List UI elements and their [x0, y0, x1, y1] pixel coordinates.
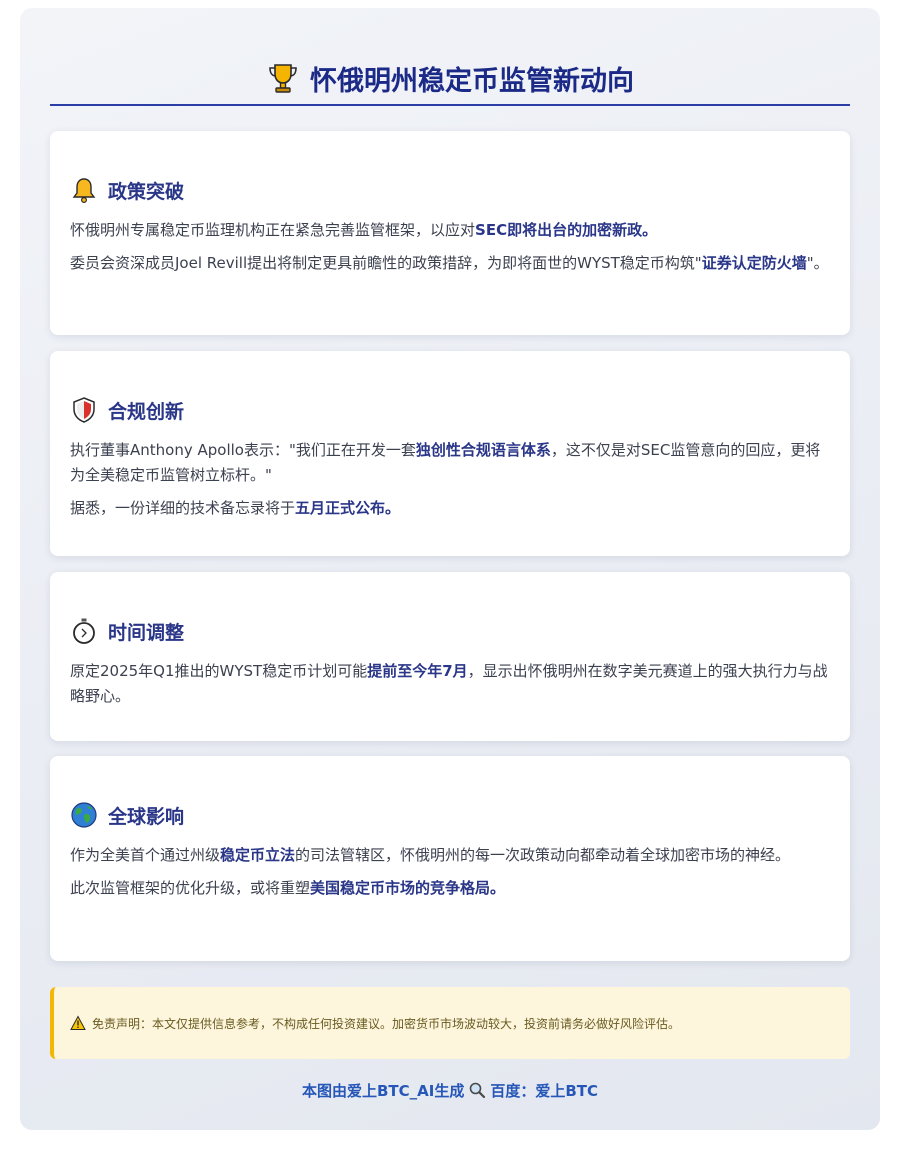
text-run: 怀俄明州专属稳定币监理机构正在紧急完善监管框架，以应对 — [70, 221, 476, 239]
page-title: 怀俄明州稳定币监管新动向 — [50, 56, 850, 100]
disclaimer-text: 免责声明：本文仅提供信息参考，不构成任何投资建议。加密货币市场波动较大，投资前请… — [92, 1016, 681, 1031]
disclaimer-box: 免责声明：本文仅提供信息参考，不构成任何投资建议。加密货币市场波动较大，投资前请… — [50, 987, 850, 1059]
footer: 本图由爱上BTC_AI生成 百度：爱上BTC — [50, 1078, 850, 1102]
section-header: 政策突破 — [70, 175, 830, 205]
text-run: "。 — [806, 254, 829, 272]
highlight-text: 提前至今年7月 — [367, 662, 468, 680]
shield-icon — [70, 396, 98, 424]
section-paragraph: 原定2025年Q1推出的WYST稳定币计划可能提前至今年7月，显示出怀俄明州在数… — [70, 659, 830, 709]
section-card-compliance: 合规创新 执行董事Anthony Apollo表示："我们正在开发一套独创性合规… — [50, 351, 850, 556]
footer-credit: 本图由爱上BTC_AI生成 — [301, 1081, 465, 1100]
section-paragraph: 据悉，一份详细的技术备忘录将于五月正式公布。 — [70, 496, 830, 521]
section-title: 时间调整 — [108, 621, 185, 644]
stopwatch-icon — [70, 617, 98, 645]
globe-icon — [70, 801, 98, 829]
section-header: 合规创新 — [70, 395, 830, 425]
warning-icon — [70, 1015, 86, 1031]
text-run: 执行董事Anthony Apollo表示："我们正在开发一套 — [70, 441, 416, 459]
section-title: 合规创新 — [108, 400, 185, 423]
footer-baidu: 百度：爱上BTC — [490, 1081, 599, 1100]
text-run: 原定2025年Q1推出的WYST稳定币计划可能 — [70, 662, 368, 680]
text-run: 委员会资深成员Joel Revill提出将制定更具前瞻性的政策措辞，为即将面世的… — [70, 254, 702, 272]
highlight-text: 美国稳定币市场的竞争格局。 — [310, 879, 506, 897]
highlight-text: 稳定币立法 — [220, 846, 296, 864]
section-card-policy: 政策突破 怀俄明州专属稳定币监理机构正在紧急完善监管框架，以应对SEC即将出台的… — [50, 131, 850, 335]
trophy-icon — [266, 61, 300, 95]
magnifier-icon — [468, 1081, 486, 1099]
section-card-timing: 时间调整 原定2025年Q1推出的WYST稳定币计划可能提前至今年7月，显示出怀… — [50, 572, 850, 741]
text-run: 据悉，一份详细的技术备忘录将于 — [70, 499, 296, 517]
page-title-text: 怀俄明州稳定币监管新动向 — [310, 65, 634, 97]
section-title: 政策突破 — [108, 180, 185, 203]
text-run: 作为全美首个通过州级 — [70, 846, 221, 864]
section-paragraph: 作为全美首个通过州级稳定币立法的司法管辖区，怀俄明州的每一次政策动向都牵动着全球… — [70, 843, 830, 868]
section-paragraph: 执行董事Anthony Apollo表示："我们正在开发一套独创性合规语言体系，… — [70, 438, 830, 488]
section-paragraph: 怀俄明州专属稳定币监理机构正在紧急完善监管框架，以应对SEC即将出台的加密新政。 — [70, 218, 830, 243]
text-run: 此次监管框架的优化升级，或将重塑 — [70, 879, 311, 897]
page-header: 怀俄明州稳定币监管新动向 — [50, 56, 850, 106]
section-card-global: 全球影响 作为全美首个通过州级稳定币立法的司法管辖区，怀俄明州的每一次政策动向都… — [50, 756, 850, 961]
highlight-text: 五月正式公布。 — [295, 499, 401, 517]
text-run: 的司法管辖区，怀俄明州的每一次政策动向都牵动着全球加密市场的神经。 — [295, 846, 791, 864]
highlight-text: 证券认定防火墙 — [701, 254, 807, 272]
highlight-text: 独创性合规语言体系 — [415, 441, 551, 459]
section-title: 全球影响 — [108, 805, 185, 828]
section-paragraph: 此次监管框架的优化升级，或将重塑美国稳定币市场的竞争格局。 — [70, 876, 830, 901]
section-paragraph: 委员会资深成员Joel Revill提出将制定更具前瞻性的政策措辞，为即将面世的… — [70, 251, 830, 276]
highlight-text: SEC即将出台的加密新政。 — [475, 221, 658, 239]
page-container: 怀俄明州稳定币监管新动向 政策突破 怀俄明州专属稳定币监理机构正在紧急完善监管框… — [20, 8, 880, 1130]
bell-icon — [70, 176, 98, 204]
section-header: 全球影响 — [70, 800, 830, 830]
section-header: 时间调整 — [70, 616, 830, 646]
